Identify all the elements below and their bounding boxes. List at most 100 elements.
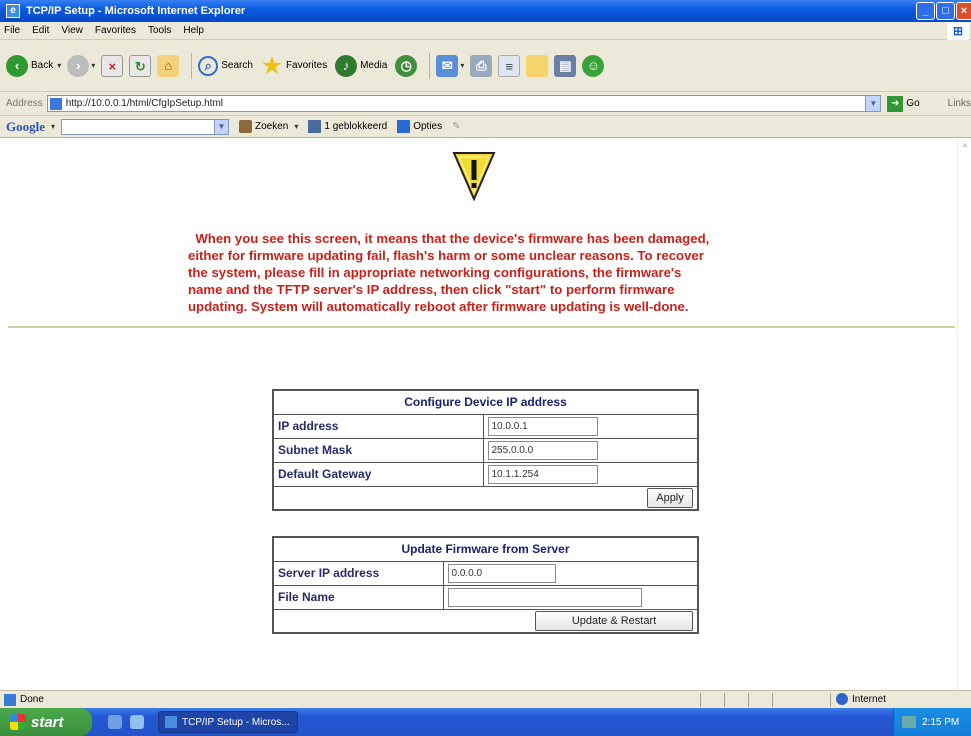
folder-icon xyxy=(526,54,549,77)
chevron-down-icon[interactable]: ▾ xyxy=(51,122,55,131)
popup-blocked-icon xyxy=(308,120,322,133)
print-button[interactable]: ⎙ xyxy=(470,54,493,77)
chevron-down-icon: ▾ xyxy=(460,61,465,70)
messenger-icon: ☺ xyxy=(582,54,605,77)
popup-blocker-button[interactable]: 1 geblokkeerd xyxy=(308,120,387,133)
favorites-label: Favorites xyxy=(285,60,328,71)
google-logo[interactable]: Google xyxy=(6,119,45,135)
forward-arrow-icon: › xyxy=(67,54,90,77)
default-gateway-field[interactable]: 10.1.1.254 xyxy=(487,464,598,484)
ie-icon: e xyxy=(6,4,20,18)
file-name-cell xyxy=(442,584,699,610)
mail-icon: ✉ xyxy=(436,54,459,77)
update-restart-button[interactable]: Update & Restart xyxy=(535,610,693,631)
refresh-icon: ↻ xyxy=(129,54,152,77)
chevron-down-icon[interactable]: ▼ xyxy=(214,119,229,134)
google-search-label: Zoeken xyxy=(255,121,289,132)
show-desktop-icon[interactable] xyxy=(108,715,122,729)
server-ip-field[interactable]: 0.0.0.0 xyxy=(447,563,556,583)
ie-quicklaunch-icon[interactable] xyxy=(130,715,144,729)
taskbar: start TCP/IP Setup - Micros... 2:15 PM xyxy=(0,708,971,736)
zone-label: Internet xyxy=(852,693,886,705)
windows-logo-icon: ⊞ xyxy=(947,22,969,40)
discuss-button[interactable] xyxy=(526,54,549,77)
ip-address-label: IP address xyxy=(272,413,484,439)
messenger-button[interactable]: ☺ xyxy=(582,54,605,77)
research-icon: ▤ xyxy=(554,54,577,77)
google-search-button[interactable]: Zoeken ▾ xyxy=(239,120,298,133)
stop-icon: × xyxy=(101,54,124,77)
file-name-field[interactable] xyxy=(447,587,642,607)
google-search-input[interactable]: ▼ xyxy=(61,118,230,135)
menu-edit[interactable]: Edit xyxy=(32,25,49,36)
menu-help[interactable]: Help xyxy=(183,25,204,36)
menu-tools[interactable]: Tools xyxy=(148,25,171,36)
firmware-update-table: Update Firmware from Server Server IP ad… xyxy=(272,536,699,634)
links-button[interactable]: Links xyxy=(948,98,971,109)
default-gateway-cell: 10.1.1.254 xyxy=(482,461,699,487)
subnet-mask-label: Subnet Mask xyxy=(272,437,484,463)
research-button[interactable]: ▤ xyxy=(554,54,577,77)
forward-button[interactable]: › ▾ xyxy=(67,54,96,77)
address-label: Address xyxy=(6,98,43,109)
chevron-down-icon: ▾ xyxy=(57,61,62,70)
firmware-update-heading: Update Firmware from Server xyxy=(272,536,699,562)
favorites-button[interactable]: ★ Favorites xyxy=(261,54,329,77)
chevron-down-icon[interactable]: ▼ xyxy=(865,96,881,111)
status-bar: Done Internet xyxy=(0,690,971,708)
title-bar: e TCP/IP Setup - Microsoft Internet Expl… xyxy=(0,0,971,22)
update-row: Update & Restart xyxy=(272,608,699,634)
options-button[interactable]: Opties xyxy=(397,120,442,133)
warning-icon xyxy=(452,152,496,201)
options-label: Opties xyxy=(413,121,443,132)
history-button[interactable]: ◷ xyxy=(395,54,418,77)
warning-message: When you see this screen, it means that … xyxy=(188,231,710,314)
menu-favorites[interactable]: Favorites xyxy=(95,25,136,36)
ip-address-field[interactable]: 10.0.0.1 xyxy=(487,416,598,436)
options-icon xyxy=(397,120,411,133)
ie-icon xyxy=(165,716,177,728)
chevron-down-icon: ▾ xyxy=(294,122,299,131)
taskbar-item-ie[interactable]: TCP/IP Setup - Micros... xyxy=(158,711,298,733)
server-ip-label: Server IP address xyxy=(272,560,444,586)
page-content: When you see this screen, it means that … xyxy=(0,138,971,690)
file-name-label: File Name xyxy=(272,584,444,610)
stop-button[interactable]: × xyxy=(101,54,124,77)
media-icon: ♪ xyxy=(335,54,358,77)
default-gateway-label: Default Gateway xyxy=(272,461,484,487)
mail-button[interactable]: ✉ ▾ xyxy=(436,54,465,77)
search-icon: ⌕ xyxy=(198,55,219,76)
apply-button[interactable]: Apply xyxy=(647,487,693,508)
subnet-mask-field[interactable]: 255.0.0.0 xyxy=(487,440,598,460)
media-button[interactable]: ♪ Media xyxy=(335,54,389,77)
globe-icon xyxy=(836,693,848,705)
network-icon[interactable] xyxy=(902,716,916,728)
minimize-button[interactable]: _ xyxy=(916,2,935,20)
home-button[interactable]: ⌂ xyxy=(157,54,180,77)
back-arrow-icon: ‹ xyxy=(6,54,28,77)
task-label: TCP/IP Setup - Micros... xyxy=(182,716,290,728)
vertical-scrollbar[interactable]: ▲ xyxy=(957,138,971,690)
scroll-up-icon[interactable]: ▲ xyxy=(961,140,969,149)
go-label: Go xyxy=(906,98,920,109)
menu-file[interactable]: File xyxy=(4,25,20,36)
edit-button[interactable]: ≡ xyxy=(498,54,521,77)
printer-icon: ⎙ xyxy=(470,54,493,77)
go-button[interactable]: ➜ Go xyxy=(887,95,920,112)
address-input[interactable]: http://10.0.0.1/html/CfgIpSetup.html ▼ xyxy=(46,95,882,112)
window-title: TCP/IP Setup - Microsoft Internet Explor… xyxy=(26,5,246,17)
chevron-down-icon: ▾ xyxy=(91,61,96,70)
server-ip-cell: 0.0.0.0 xyxy=(442,560,699,586)
status-divider xyxy=(772,693,773,707)
search-button[interactable]: ⌕ Search xyxy=(198,55,255,76)
refresh-button[interactable]: ↻ xyxy=(129,54,152,77)
maximize-button[interactable]: □ xyxy=(936,2,955,20)
start-button[interactable]: start xyxy=(0,708,92,736)
back-button[interactable]: ‹ Back ▾ xyxy=(6,54,62,77)
toolbar-separator xyxy=(191,52,193,79)
apply-row: Apply xyxy=(272,485,699,511)
pencil-icon[interactable]: ✎ xyxy=(452,121,460,132)
binoculars-icon xyxy=(239,120,253,133)
menu-view[interactable]: View xyxy=(61,25,83,36)
close-button[interactable]: × xyxy=(956,2,971,20)
